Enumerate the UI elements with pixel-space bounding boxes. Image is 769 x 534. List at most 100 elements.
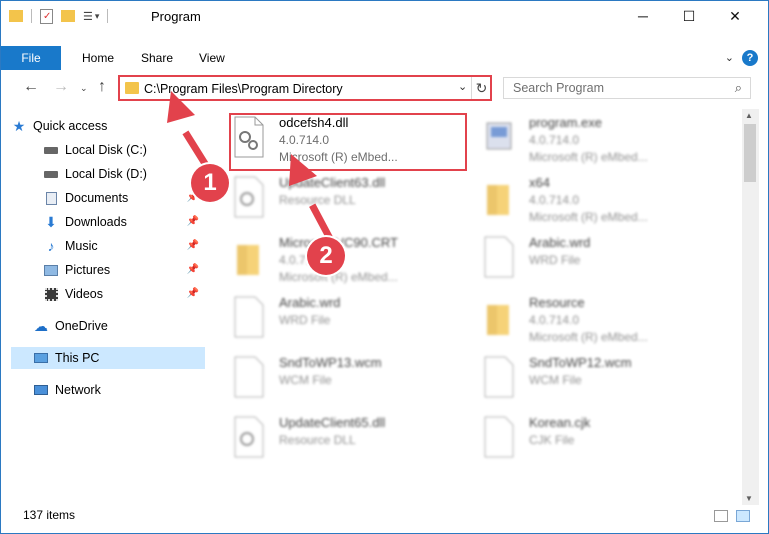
file-type: Resource DLL <box>279 193 356 207</box>
file-version: 4.0.714.0 <box>529 133 580 147</box>
file-type: Resource DLL <box>279 433 356 447</box>
search-input[interactable]: Search Program ⌕ <box>503 77 751 99</box>
scroll-down-icon[interactable]: ▼ <box>745 494 753 503</box>
pin-icon[interactable]: 📌 <box>187 264 199 275</box>
recent-locations-icon[interactable]: ⌄ <box>80 83 88 94</box>
file-description: Microsoft (R) eMbed... <box>529 330 648 344</box>
maximize-button[interactable]: ☐ <box>666 1 712 31</box>
nav-label: This PC <box>55 351 100 365</box>
up-arrow-icon[interactable]: ↑ <box>98 78 106 96</box>
videos-icon <box>43 287 59 301</box>
refresh-icon[interactable]: ↻ <box>471 77 491 99</box>
nav-item-local-disk-d[interactable]: Local Disk (D:) <box>43 163 205 185</box>
nav-label: Videos <box>65 287 103 301</box>
separator <box>31 9 32 23</box>
forward-arrow-icon[interactable]: → <box>53 78 69 96</box>
nav-label: Local Disk (D:) <box>65 167 147 181</box>
file-icon <box>483 235 515 279</box>
file-type: WCM File <box>279 373 332 387</box>
file-tile[interactable]: Microsoft.VC90.CRT 4.0.714.0 Microsoft (… <box>227 229 467 285</box>
customize-icon[interactable]: ☰ <box>83 10 93 23</box>
new-folder-icon[interactable] <box>61 10 75 22</box>
step-badge-2: 2 <box>307 237 345 275</box>
file-icon <box>233 355 265 399</box>
nav-item-pictures[interactable]: Pictures 📌 <box>43 259 205 281</box>
file-type: CJK File <box>529 433 575 447</box>
nav-item-videos[interactable]: Videos 📌 <box>43 283 205 305</box>
nav-item-local-disk-c[interactable]: Local Disk (C:) <box>43 139 205 161</box>
pin-icon[interactable]: 📌 <box>187 288 199 299</box>
file-name: UpdateClient65.dll <box>279 415 386 430</box>
exe-icon <box>483 115 515 159</box>
quick-access-toolbar: ✓ ☰ ▾ <box>9 1 109 31</box>
tab-share[interactable]: Share <box>141 46 173 70</box>
drive-icon <box>43 167 59 181</box>
back-arrow-icon[interactable]: ← <box>23 78 39 96</box>
help-icon[interactable]: ? <box>742 50 758 66</box>
tab-view[interactable]: View <box>199 46 225 70</box>
file-name: x64 <box>529 175 550 190</box>
file-tile[interactable]: Arabic.wrd WRD File <box>477 229 717 285</box>
dll-icon <box>233 175 265 219</box>
file-tile[interactable]: UpdateClient63.dll Resource DLL <box>227 169 467 225</box>
network-icon <box>33 383 49 397</box>
nav-item-music[interactable]: ♪ Music 📌 <box>43 235 205 257</box>
pin-icon[interactable]: 📌 <box>187 216 199 227</box>
expand-ribbon-icon[interactable]: ⌄ <box>725 51 734 64</box>
nav-label: Network <box>55 383 101 397</box>
file-tile[interactable]: SndToWP12.wcm WCM File <box>477 349 717 405</box>
ribbon-tabs: File Home Share View ⌄ ? <box>1 46 768 70</box>
nav-label: OneDrive <box>55 319 108 333</box>
file-tile[interactable]: SndToWP13.wcm WCM File <box>227 349 467 405</box>
vertical-scrollbar[interactable]: ▲ ▼ <box>742 109 759 505</box>
folder-icon <box>233 235 265 279</box>
nav-label: Local Disk (C:) <box>65 143 147 157</box>
file-tile[interactable]: Arabic.wrd WRD File <box>227 289 467 345</box>
details-view-icon[interactable] <box>714 510 728 522</box>
file-tile[interactable]: UpdateClient65.dll Resource DLL <box>227 409 467 465</box>
dll-icon <box>233 415 265 459</box>
nav-item-onedrive[interactable]: ☁ OneDrive <box>33 315 205 337</box>
nav-item-this-pc[interactable]: This PC <box>11 347 205 369</box>
scroll-up-icon[interactable]: ▲ <box>745 111 753 120</box>
file-description: Microsoft (R) eMbed... <box>529 210 648 224</box>
title-bar: ✓ ☰ ▾ Program ─ ☐ ✕ <box>1 1 768 31</box>
computer-icon <box>33 351 49 365</box>
drive-icon <box>43 143 59 157</box>
file-version: 4.0.714.0 <box>529 313 580 327</box>
nav-item-documents[interactable]: Documents 📌 <box>43 187 205 209</box>
tab-home[interactable]: Home <box>82 46 114 70</box>
nav-item-network[interactable]: Network <box>33 379 205 401</box>
close-button[interactable]: ✕ <box>712 1 758 31</box>
file-tile[interactable]: Korean.cjk CJK File <box>477 409 717 465</box>
file-name: SndToWP12.wcm <box>529 355 632 370</box>
nav-label: Quick access <box>33 119 108 133</box>
explorer-window: ✓ ☰ ▾ Program ─ ☐ ✕ File Home Share View… <box>0 0 769 534</box>
file-tile[interactable]: x64 4.0.714.0 Microsoft (R) eMbed... <box>477 169 717 225</box>
folder-icon <box>125 82 139 94</box>
documents-icon <box>43 191 59 205</box>
star-icon: ★ <box>12 117 26 134</box>
file-name: Arabic.wrd <box>279 295 341 310</box>
file-name: Arabic.wrd <box>529 235 591 250</box>
tiles-view-icon[interactable] <box>736 510 750 522</box>
minimize-button[interactable]: ─ <box>620 1 666 31</box>
arrowhead-2-icon <box>289 154 317 186</box>
file-name: SndToWP13.wcm <box>279 355 382 370</box>
scrollbar-thumb[interactable] <box>744 124 756 182</box>
search-placeholder: Search Program <box>513 81 605 95</box>
file-type: WRD File <box>529 253 581 267</box>
pin-icon[interactable]: 📌 <box>187 240 199 251</box>
search-icon[interactable]: ⌕ <box>735 80 742 96</box>
properties-icon[interactable]: ✓ <box>40 8 53 24</box>
nav-label: Music <box>65 239 98 253</box>
file-icon <box>233 295 265 339</box>
file-tile[interactable]: Resource 4.0.714.0 Microsoft (R) eMbed..… <box>477 289 717 345</box>
nav-item-downloads[interactable]: ⬇ Downloads 📌 <box>43 211 205 233</box>
chevron-down-icon[interactable]: ▾ <box>95 11 100 22</box>
chevron-down-icon[interactable]: ⌄ <box>458 80 467 93</box>
item-count: 137 items <box>23 508 76 522</box>
file-tile[interactable]: program.exe 4.0.714.0 Microsoft (R) eMbe… <box>477 109 717 165</box>
tab-file[interactable]: File <box>1 46 61 70</box>
downloads-icon: ⬇ <box>45 213 57 230</box>
